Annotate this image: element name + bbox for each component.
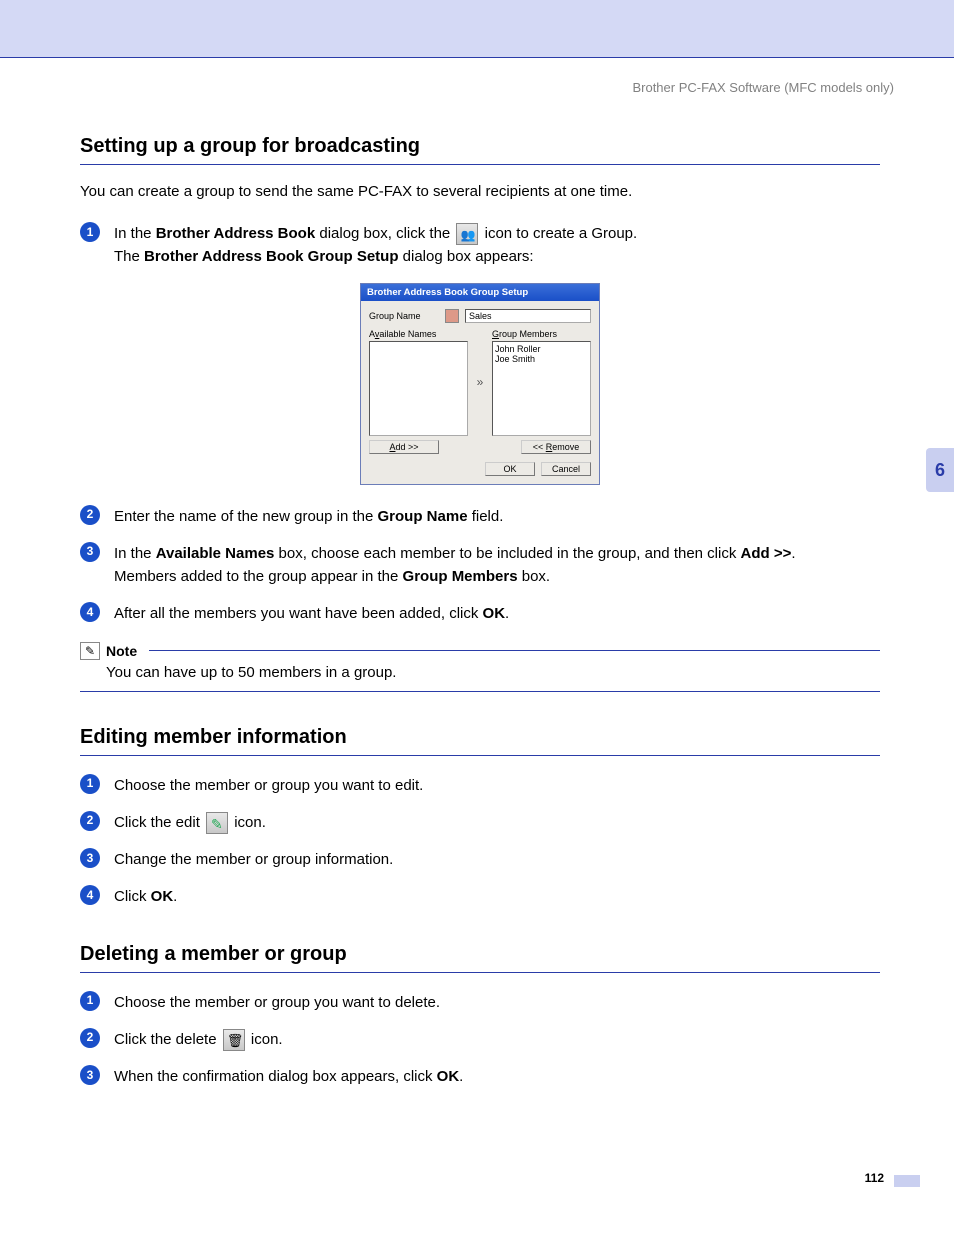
section-title-edit: Editing member information — [80, 726, 880, 756]
note-icon: ✎ — [80, 642, 100, 660]
step-text: Click — [114, 888, 151, 905]
available-names-label: Available Names — [369, 329, 468, 339]
step-2: 2 Enter the name of the new group in the… — [80, 505, 880, 528]
group-members-label: Group Members — [492, 329, 591, 339]
note-title: Note — [106, 643, 137, 659]
step-bullet: 1 — [80, 222, 100, 242]
step-bullet: 2 — [80, 505, 100, 525]
step-bullet: 2 — [80, 1028, 100, 1048]
step-1: 1 In the Brother Address Book dialog box… — [80, 222, 880, 269]
note-rule — [149, 650, 880, 651]
step-bullet: 1 — [80, 774, 100, 794]
section-title-broadcast: Setting up a group for broadcasting — [80, 135, 880, 165]
step-bullet: 4 — [80, 885, 100, 905]
step-text: icon. — [230, 814, 266, 831]
step-text: Click the delete — [114, 1031, 221, 1048]
page-bar — [894, 1175, 920, 1187]
step-text: field. — [468, 508, 504, 525]
bold: OK — [437, 1068, 460, 1085]
ok-button[interactable]: OK — [485, 462, 535, 476]
dialog-screenshot: Brother Address Book Group Setup Group N… — [360, 283, 600, 485]
chapter-tab: 6 — [926, 448, 954, 492]
step-text: Members added to the group appear in the — [114, 568, 403, 585]
member-item[interactable]: John Roller — [495, 344, 588, 355]
step-bullet: 2 — [80, 811, 100, 831]
step-text: Choose the member or group you want to d… — [114, 994, 440, 1011]
note-body: You can have up to 50 members in a group… — [80, 664, 880, 681]
step-text: box. — [518, 568, 551, 585]
group-icon — [456, 223, 478, 245]
step-bullet: 3 — [80, 848, 100, 868]
step-2: 2 Click the edit icon. — [80, 811, 880, 834]
header-label: Brother PC-FAX Software (MFC models only… — [632, 80, 894, 95]
step-bullet: 1 — [80, 991, 100, 1011]
step-text: dialog box appears: — [398, 248, 533, 265]
available-names-list[interactable] — [369, 341, 468, 436]
group-icon-small — [445, 309, 459, 323]
group-name-label: Group Name — [369, 311, 439, 321]
add-button[interactable]: Add >> — [369, 440, 439, 454]
step-text: . — [459, 1068, 463, 1085]
move-right-icon[interactable]: » — [472, 329, 488, 436]
step-4: 4 Click OK. — [80, 885, 880, 908]
step-text: Change the member or group information. — [114, 851, 393, 868]
step-1: 1 Choose the member or group you want to… — [80, 991, 880, 1014]
step-text: . — [505, 605, 509, 622]
section-intro: You can create a group to send the same … — [80, 183, 880, 200]
step-text: dialog box, click the — [315, 225, 454, 242]
section-title-delete: Deleting a member or group — [80, 943, 880, 973]
edit-icon — [206, 812, 228, 834]
dialog-title: Brother Address Book Group Setup — [361, 284, 599, 301]
step-text: When the confirmation dialog box appears… — [114, 1068, 437, 1085]
bold: Available Names — [156, 545, 275, 562]
group-name-input[interactable]: Sales — [465, 309, 591, 323]
step-text: icon. — [247, 1031, 283, 1048]
step-text: Enter the name of the new group in the — [114, 508, 378, 525]
page-number: 112 — [865, 1171, 884, 1185]
main-content: Setting up a group for broadcasting You … — [80, 135, 880, 1102]
bold: Brother Address Book — [156, 225, 315, 242]
step-3: 3 In the Available Names box, choose eac… — [80, 542, 880, 589]
delete-icon — [223, 1029, 245, 1051]
step-text: . — [791, 545, 795, 562]
member-item[interactable]: Joe Smith — [495, 354, 588, 365]
step-text: Click the edit — [114, 814, 204, 831]
step-text: icon to create a Group. — [480, 225, 637, 242]
group-members-list[interactable]: John Roller Joe Smith — [492, 341, 591, 436]
step-text: Choose the member or group you want to e… — [114, 777, 423, 794]
cancel-button[interactable]: Cancel — [541, 462, 591, 476]
step-3: 3 When the confirmation dialog box appea… — [80, 1065, 880, 1088]
step-bullet: 4 — [80, 602, 100, 622]
step-text: . — [173, 888, 177, 905]
step-bullet: 3 — [80, 542, 100, 562]
step-text: The — [114, 248, 144, 265]
step-3: 3 Change the member or group information… — [80, 848, 880, 871]
note-block: ✎ Note You can have up to 50 members in … — [80, 642, 880, 692]
step-text: After all the members you want have been… — [114, 605, 483, 622]
step-4: 4 After all the members you want have be… — [80, 602, 880, 625]
bold: Group Members — [403, 568, 518, 585]
bold: Group Name — [378, 508, 468, 525]
remove-button[interactable]: << Remove — [521, 440, 591, 454]
step-text: box, choose each member to be included i… — [274, 545, 740, 562]
step-1: 1 Choose the member or group you want to… — [80, 774, 880, 797]
bold: Brother Address Book Group Setup — [144, 248, 398, 265]
top-band — [0, 0, 954, 58]
step-bullet: 3 — [80, 1065, 100, 1085]
bold: Add >> — [741, 545, 792, 562]
step-text: In the — [114, 225, 156, 242]
bold: OK — [151, 888, 174, 905]
bold: OK — [483, 605, 506, 622]
step-text: In the — [114, 545, 156, 562]
step-2: 2 Click the delete icon. — [80, 1028, 880, 1051]
